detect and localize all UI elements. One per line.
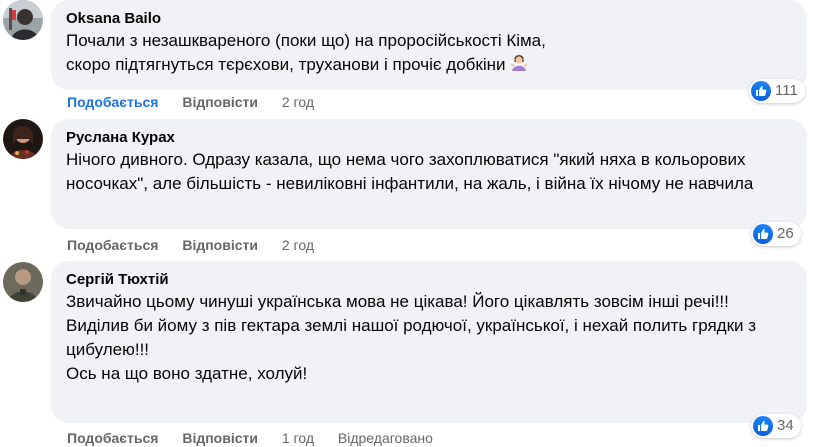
comment-bubble: Руслана Курах Нічого дивного. Одразу каз… xyxy=(51,119,807,229)
edited-label[interactable]: Відредаговано xyxy=(338,429,433,447)
comment-actions: Подобається Відповісти 1 год Відредагова… xyxy=(67,429,453,447)
comment-text: Нічого дивного. Одразу казала, що нема ч… xyxy=(66,148,786,196)
reaction-count: 111 xyxy=(775,82,798,99)
comment-author[interactable]: Oksana Bailo xyxy=(66,9,793,29)
reply-button[interactable]: Відповісти xyxy=(182,236,258,254)
avatar[interactable] xyxy=(3,0,43,40)
avatar-photo-icon xyxy=(3,262,43,302)
thumbs-up-icon xyxy=(753,416,773,436)
comment-timestamp[interactable]: 1 год xyxy=(282,429,314,447)
reply-button[interactable]: Відповісти xyxy=(182,93,258,111)
comment-bubble: Oksana Bailo Почали з незашквареного (по… xyxy=(51,0,807,90)
reaction-count: 34 xyxy=(777,417,794,434)
reaction-counter[interactable]: 26 xyxy=(751,222,801,246)
comment-body: Ось на що воно здатне, холуй! xyxy=(66,364,308,383)
comment-body: Почали з незашквареного (поки що) на про… xyxy=(66,31,546,74)
comment-bubble: Сергій Тюхтій Звичайно цьому чинуші укра… xyxy=(51,261,807,423)
comment-text: Почали з незашквареного (поки що) на про… xyxy=(66,29,556,78)
comment-timestamp[interactable]: 2 год xyxy=(282,236,314,254)
comment-actions: Подобається Відповісти 2 год xyxy=(67,236,334,254)
reaction-counter[interactable]: 34 xyxy=(751,414,801,438)
comment-body: Нічого дивного. Одразу казала, що нема ч… xyxy=(66,150,754,193)
like-button[interactable]: Подобається xyxy=(67,236,158,254)
reaction-counter[interactable]: 111 xyxy=(749,79,805,103)
comment-text: Звичайно цьому чинуші українська мова не… xyxy=(66,290,786,386)
like-button[interactable]: Подобається xyxy=(67,93,158,111)
avatar[interactable] xyxy=(3,262,43,302)
avatar[interactable] xyxy=(3,119,43,159)
thumbs-up-icon xyxy=(751,81,771,101)
comment-body: Звичайно цьому чинуші українська мова не… xyxy=(66,292,729,311)
avatar-photo-icon xyxy=(3,119,43,159)
like-button[interactable]: Подобається xyxy=(67,429,158,447)
comment-body: Виділив би йому з пів гектара землі нашо… xyxy=(66,316,757,359)
avatar-photo-icon xyxy=(3,0,43,40)
comment-author[interactable]: Руслана Курах xyxy=(66,128,793,148)
comment-actions: Подобається Відповісти 2 год xyxy=(67,93,334,111)
thumbs-up-icon xyxy=(753,224,773,244)
reply-button[interactable]: Відповісти xyxy=(182,429,258,447)
comment-author[interactable]: Сергій Тюхтій xyxy=(66,270,793,290)
reaction-count: 26 xyxy=(777,225,794,242)
woman-shrugging-emoji-icon xyxy=(510,53,528,78)
comment-timestamp[interactable]: 2 год xyxy=(282,93,314,111)
